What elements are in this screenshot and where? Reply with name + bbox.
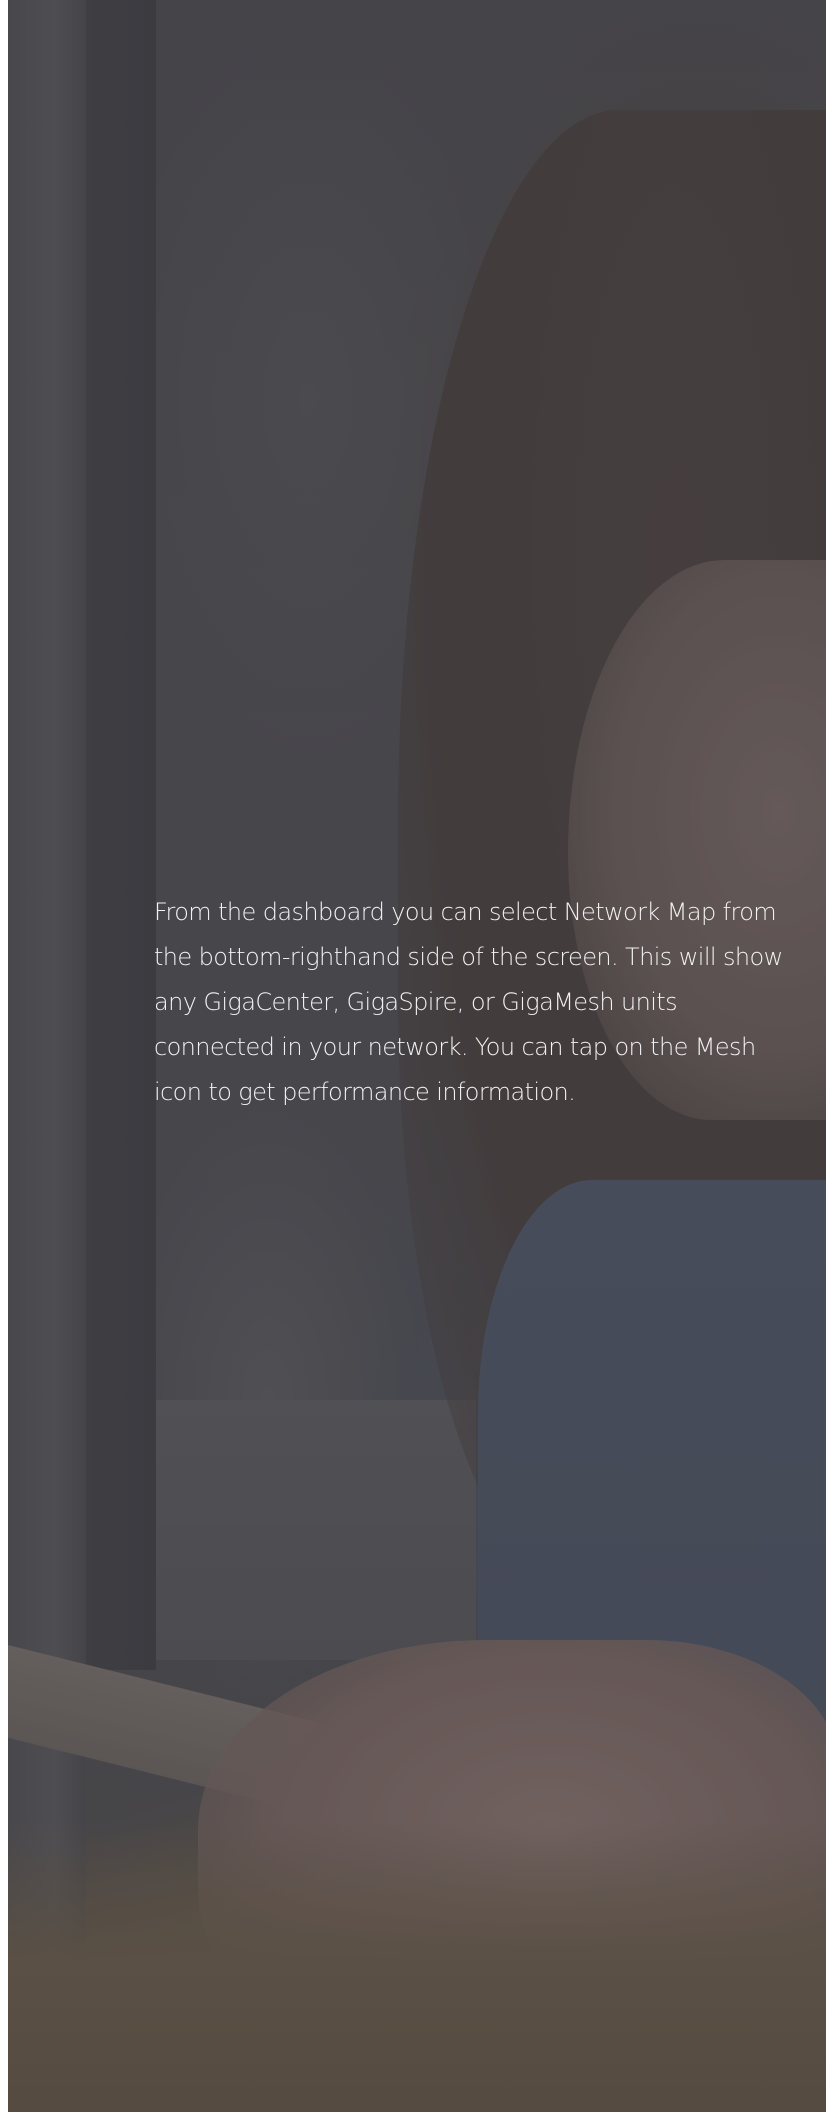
hero-body-text: From the dashboard you can select Networ… xyxy=(154,898,783,1106)
hero-panel: From the dashboard you can select Networ… xyxy=(8,0,826,2112)
